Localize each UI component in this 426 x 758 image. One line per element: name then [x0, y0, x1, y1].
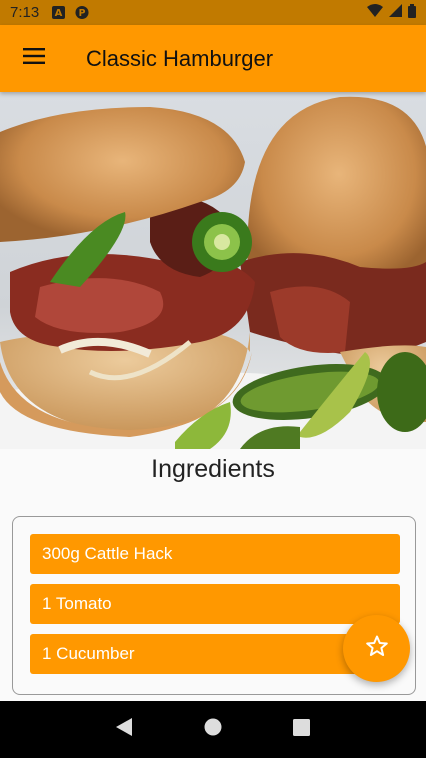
recents-button[interactable] — [282, 710, 322, 750]
notification-p-icon: P — [75, 5, 89, 20]
app-bar: Classic Hamburger — [0, 25, 426, 92]
burger-photo — [0, 92, 426, 449]
battery-icon — [408, 3, 416, 22]
ingredient-label: 1 Cucumber — [42, 644, 135, 663]
hamburger-menu-icon — [23, 48, 45, 69]
ingredient-label: 300g Cattle Hack — [42, 544, 173, 563]
back-icon — [115, 717, 133, 742]
back-button[interactable] — [104, 710, 144, 750]
system-nav-bar — [0, 701, 426, 758]
status-bar: 7:13 A P — [0, 0, 426, 25]
home-button[interactable] — [193, 710, 233, 750]
ingredients-heading: Ingredients — [151, 455, 275, 483]
list-item[interactable]: 300g Cattle Hack — [30, 534, 400, 574]
signal-icon — [389, 4, 402, 21]
recents-icon — [293, 718, 311, 741]
ingredient-label: 1 Tomato — [42, 594, 112, 613]
menu-button[interactable] — [0, 25, 68, 92]
home-icon — [204, 718, 222, 741]
favorite-button[interactable] — [343, 615, 410, 682]
list-item[interactable]: 1 Tomato — [30, 584, 400, 624]
svg-text:P: P — [79, 8, 86, 19]
page-title: Classic Hamburger — [86, 45, 274, 71]
wifi-icon — [367, 4, 383, 21]
status-time: 7:13 — [10, 4, 40, 21]
star-outline-icon — [365, 634, 389, 663]
notification-a-icon: A — [51, 6, 65, 20]
svg-text:A: A — [54, 8, 62, 19]
